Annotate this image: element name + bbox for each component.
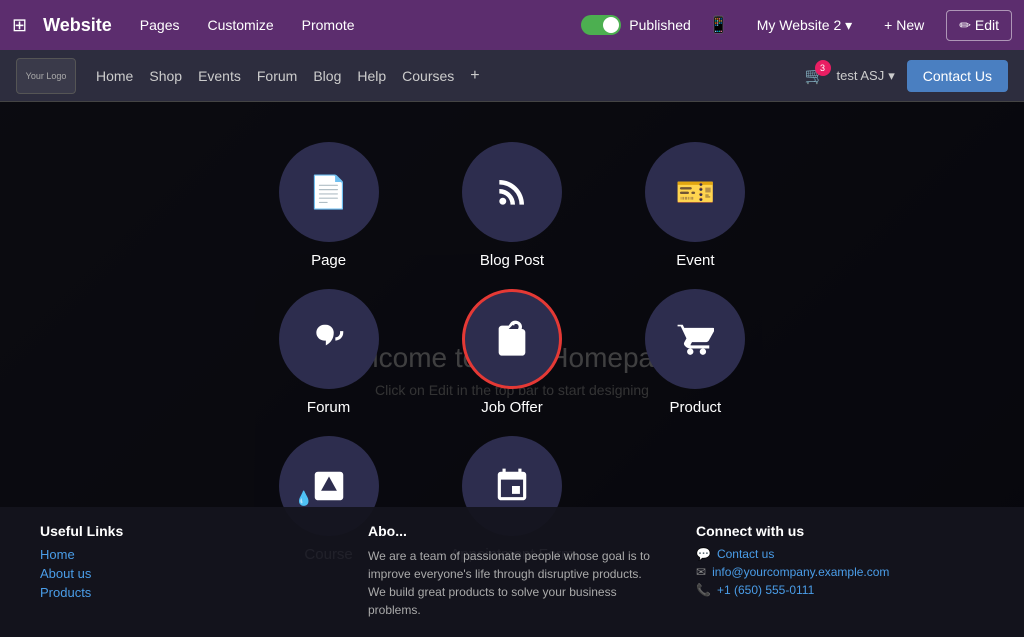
footer-contact-email: ✉ info@yourcompany.example.com [696,565,984,579]
grid-icon[interactable]: ⊞ [12,15,27,36]
site-nav-shop[interactable]: Shop [149,68,182,84]
page-type-product[interactable]: Product [634,289,757,416]
published-toggle[interactable] [581,15,621,35]
mail-icon: ✉ [696,565,706,579]
footer-about: Abo... We are a team of passionate peopl… [368,523,656,621]
site-nav-add-page[interactable]: + [470,67,479,85]
publish-toggle-group: Published [581,15,691,35]
website-name-dropdown[interactable]: My Website 2 ▾ [747,11,862,40]
user-menu[interactable]: test ASJ ▾ [837,68,895,84]
footer-about-text: We are a team of passionate people whose… [368,547,656,619]
site-nav-home[interactable]: Home [96,68,133,84]
footer-link-products[interactable]: Products [40,585,328,600]
site-nav-events[interactable]: Events [198,68,241,84]
nav-promote[interactable]: Promote [290,11,367,39]
page-type-circle-product [645,289,745,389]
site-nav-help[interactable]: Help [357,68,386,84]
cart-badge: 3 [815,60,831,76]
site-nav: Your Logo Home Shop Events Forum Blog He… [0,50,1024,102]
page-type-label-page: Page [311,252,346,269]
footer-email-link[interactable]: info@yourcompany.example.com [712,565,889,579]
footer-link-home[interactable]: Home [40,547,328,562]
page-type-blog-post[interactable]: Blog Post [450,142,573,269]
site-nav-blog[interactable]: Blog [313,68,341,84]
phone-icon: 📞 [696,583,711,597]
site-nav-forum[interactable]: Forum [257,68,297,84]
edit-button[interactable]: ✏ Edit [946,10,1012,41]
page-type-circle-page: 📄 [279,142,379,242]
nav-pages[interactable]: Pages [128,11,192,39]
cart-icon-wrap[interactable]: 🛒 3 [805,66,825,86]
odoo-drop-icon: 💧 [295,490,312,507]
page-type-page[interactable]: 📄 Page [267,142,390,269]
footer-strip: Useful Links Home About us Products Abo.… [0,507,1024,637]
nav-customize[interactable]: Customize [195,11,285,39]
mobile-icon[interactable]: 📱 [703,11,735,39]
page-type-forum[interactable]: Forum [267,289,390,416]
admin-nav: Pages Customize Promote [128,11,367,39]
main-content: Welcome to your Homepage! Click on Edit … [0,102,1024,637]
user-label: test ASJ [837,68,885,83]
footer-phone-link[interactable]: +1 (650) 555-0111 [717,583,814,597]
footer-contact-link[interactable]: Contact us [717,547,774,561]
site-logo: Your Logo [16,58,76,94]
page-type-circle-blog [462,142,562,242]
admin-bar: ⊞ Website Pages Customize Promote Publis… [0,0,1024,50]
page-type-circle-forum [279,289,379,389]
page-type-circle-job [462,289,562,389]
footer-useful-links-title: Useful Links [40,523,328,539]
page-type-label-product: Product [670,399,722,416]
footer-connect: Connect with us 💬 Contact us ✉ info@your… [696,523,984,621]
footer-link-about[interactable]: About us [40,566,328,581]
page-type-label-event: Event [676,252,714,269]
footer-contact-phone: 📞 +1 (650) 555-0111 [696,583,984,597]
admin-logo: Website [43,15,112,36]
footer-about-title: Abo... [368,523,656,539]
page-type-label-blog: Blog Post [480,252,544,269]
admin-bar-right: Published 📱 My Website 2 ▾ + New ✏ Edit [581,10,1012,41]
footer-useful-links: Useful Links Home About us Products [40,523,328,621]
page-type-label-job: Job Offer [481,399,542,416]
footer-connect-title: Connect with us [696,523,984,539]
site-nav-right: 🛒 3 test ASJ ▾ Contact Us [805,60,1008,92]
published-label: Published [629,17,691,33]
admin-bar-left: ⊞ Website Pages Customize Promote [12,11,367,39]
chat-icon: 💬 [696,547,711,561]
contact-us-button[interactable]: Contact Us [907,60,1008,92]
new-button[interactable]: + New [874,11,934,39]
footer-contact-chat: 💬 Contact us [696,547,984,561]
site-nav-links: Home Shop Events Forum Blog Help Courses… [96,67,480,85]
site-nav-courses[interactable]: Courses [402,68,454,84]
page-type-job-offer[interactable]: Job Offer [450,289,573,416]
chevron-down-icon: ▾ [888,68,895,84]
page-type-label-forum: Forum [307,399,350,416]
page-type-event[interactable]: 🎫 Event [634,142,757,269]
page-type-circle-event: 🎫 [645,142,745,242]
